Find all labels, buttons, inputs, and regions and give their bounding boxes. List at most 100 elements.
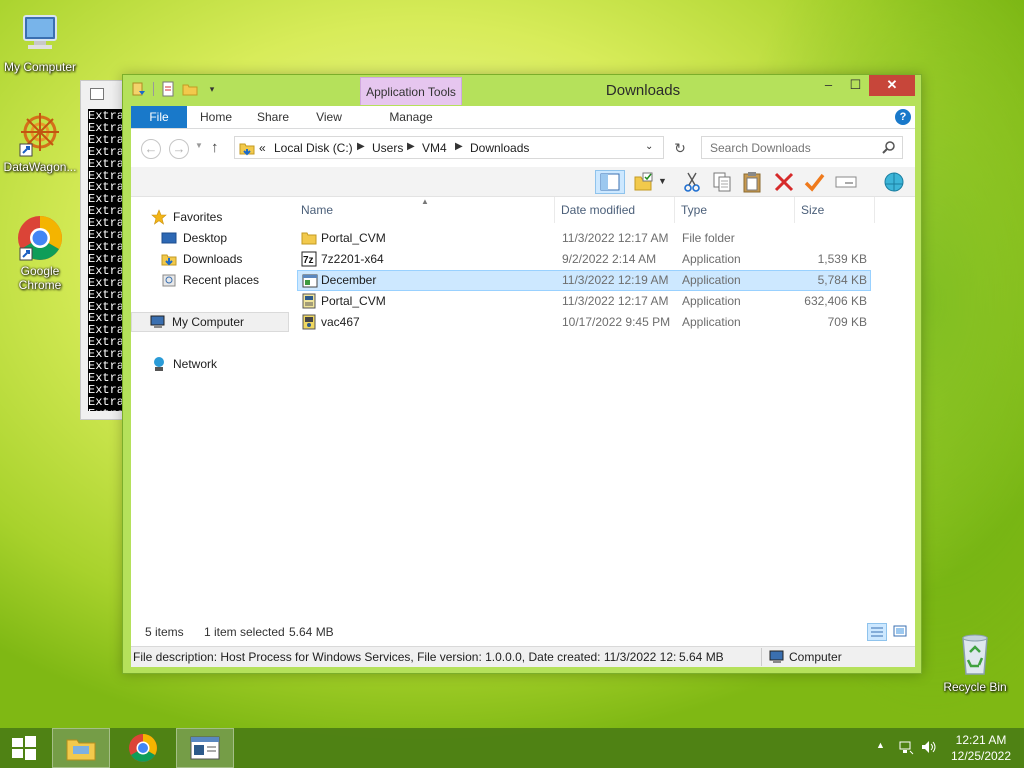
column-header-type[interactable]: Type [675, 197, 795, 223]
delete-button[interactable] [771, 170, 797, 194]
recycle-bin-icon [951, 630, 999, 678]
properties-icon[interactable] [131, 81, 147, 97]
tab-view[interactable]: View [307, 106, 351, 128]
taskbar: ▲ 12:21 AM 12/25/2022 [0, 728, 1024, 768]
properties-check-button[interactable] [801, 170, 827, 194]
file-list: Name ▲ Date modified Type Size Portal_CV… [289, 197, 915, 617]
show-hidden-icons-button[interactable]: ▲ [876, 740, 885, 768]
taskbar-chrome[interactable] [114, 728, 172, 768]
file-date: 11/3/2022 12:17 AM [562, 231, 669, 245]
clock[interactable]: 12:21 AM 12/25/2022 [946, 728, 1016, 768]
computer-icon [769, 649, 785, 668]
up-button[interactable]: ↑ [211, 139, 219, 156]
paste-button[interactable] [739, 170, 765, 194]
large-icons-view-button[interactable] [891, 623, 911, 641]
recent-places-icon [161, 272, 177, 288]
crumb-local-disk[interactable]: Local Disk (C:) [274, 141, 353, 155]
taskbar-file-explorer[interactable] [52, 728, 110, 768]
file-name: Portal_CVM [321, 231, 386, 245]
desktop-icon-recycle-bin[interactable]: Recycle Bin [935, 630, 1015, 694]
address-overflow[interactable]: « [259, 141, 266, 155]
open-shell-button[interactable] [881, 170, 907, 194]
clock-date: 12/25/2022 [950, 749, 1012, 763]
table-row[interactable]: 7z 7z2201-x64 9/2/2022 2:14 AM Applicati… [297, 249, 871, 270]
computer-icon [150, 314, 166, 330]
column-header-name[interactable]: Name ▲ [295, 197, 555, 223]
table-row-selected[interactable]: December 11/3/2022 12:19 AM Application … [297, 270, 871, 291]
crumb-vm4[interactable]: VM4 [422, 141, 447, 155]
search-input[interactable] [702, 137, 872, 158]
desktop-icon-google-chrome[interactable]: Google Chrome [0, 214, 80, 292]
file-explorer-icon [66, 739, 96, 761]
forward-button[interactable]: → [169, 139, 189, 159]
checkmark-icon [804, 173, 825, 192]
desktop-icon-my-computer[interactable]: My Computer [0, 10, 80, 74]
qat-dropdown-icon[interactable]: ▾ [204, 81, 220, 97]
select-button[interactable] [631, 170, 657, 194]
app-portal-icon [301, 293, 317, 309]
large-icons-view-icon [893, 625, 907, 637]
nav-favorites[interactable]: Favorites [131, 207, 289, 227]
nav-label: Network [173, 357, 218, 371]
folder-path-icon [239, 140, 255, 159]
select-dropdown-icon[interactable]: ▼ [658, 176, 667, 186]
application-tools-group: Application Tools [360, 77, 462, 105]
table-row[interactable]: vac467 10/17/2022 9:45 PM Application 70… [297, 312, 871, 333]
close-button[interactable]: ✕ [869, 75, 915, 96]
copy-icon [713, 172, 731, 192]
table-row[interactable]: Portal_CVM 11/3/2022 12:17 AM File folde… [297, 228, 871, 249]
details-view-icon [871, 627, 883, 637]
details-bar: File description: Host Process for Windo… [131, 646, 915, 667]
crumb-users[interactable]: Users [372, 141, 403, 155]
desktop-icon-datawagon[interactable]: DataWagon... [0, 110, 80, 174]
maximize-button[interactable]: ☐ [842, 75, 869, 96]
title-bar[interactable]: ▾ Application Tools Downloads – ☐ ✕ [123, 75, 921, 105]
address-dropdown-icon[interactable]: ⌄ [645, 141, 653, 152]
details-view-button[interactable] [867, 623, 887, 641]
crumb-downloads[interactable]: Downloads [470, 141, 529, 155]
address-row: ← → ▼ ↑ « Local Disk (C:) ▶ Users ▶ VM4 … [131, 129, 915, 167]
tab-file[interactable]: File [131, 106, 187, 128]
refresh-icon[interactable]: ↻ [671, 139, 689, 157]
crumb-chevron-icon[interactable]: ▶ [455, 141, 463, 152]
preview-pane-button[interactable] [595, 170, 625, 194]
help-icon[interactable]: ? [895, 109, 911, 125]
table-row[interactable]: Portal_CVM 11/3/2022 12:17 AM Applicatio… [297, 291, 871, 312]
new-file-icon[interactable] [160, 81, 176, 97]
nav-my-computer[interactable]: My Computer [131, 312, 289, 332]
crumb-chevron-icon[interactable]: ▶ [407, 141, 415, 152]
search-box[interactable] [701, 136, 903, 159]
sevenzip-icon: 7z [301, 251, 317, 267]
copy-button[interactable] [709, 170, 735, 194]
crumb-chevron-icon[interactable]: ▶ [357, 141, 365, 152]
rename-button[interactable] [833, 170, 859, 194]
column-header-date[interactable]: Date modified [555, 197, 675, 223]
minimize-button[interactable]: – [815, 75, 842, 96]
folder-icon [301, 230, 317, 246]
desktop-icon-label: My Computer [3, 60, 77, 74]
back-button[interactable]: ← [141, 139, 161, 159]
file-type: Application [682, 252, 741, 266]
explorer-window[interactable]: ▾ Application Tools Downloads – ☐ ✕ File… [122, 74, 922, 674]
start-button[interactable] [0, 728, 48, 768]
cut-button[interactable] [679, 170, 705, 194]
new-folder-icon[interactable] [182, 81, 198, 97]
recent-locations-icon[interactable]: ▼ [195, 141, 203, 150]
desktop-icon-label: Recycle Bin [943, 680, 1007, 694]
network-tray-icon[interactable] [898, 739, 914, 768]
nav-downloads[interactable]: Downloads [131, 249, 289, 269]
status-bar: 5 items 1 item selected 5.64 MB [131, 617, 915, 646]
tab-home[interactable]: Home [193, 106, 239, 128]
tab-share[interactable]: Share [249, 106, 297, 128]
nav-recent-places[interactable]: Recent places [131, 270, 289, 290]
taskbar-console[interactable] [176, 728, 234, 768]
address-bar[interactable]: « Local Disk (C:) ▶ Users ▶ VM4 ▶ Downlo… [234, 136, 664, 159]
app-vac-icon [301, 314, 317, 330]
tab-manage[interactable]: Manage [383, 106, 439, 128]
volume-tray-icon[interactable] [920, 739, 938, 768]
nav-desktop[interactable]: Desktop [131, 228, 289, 248]
file-name: vac467 [321, 315, 360, 329]
column-header-size[interactable]: Size [795, 197, 875, 223]
nav-network[interactable]: Network [131, 354, 289, 374]
search-icon[interactable] [882, 140, 896, 157]
